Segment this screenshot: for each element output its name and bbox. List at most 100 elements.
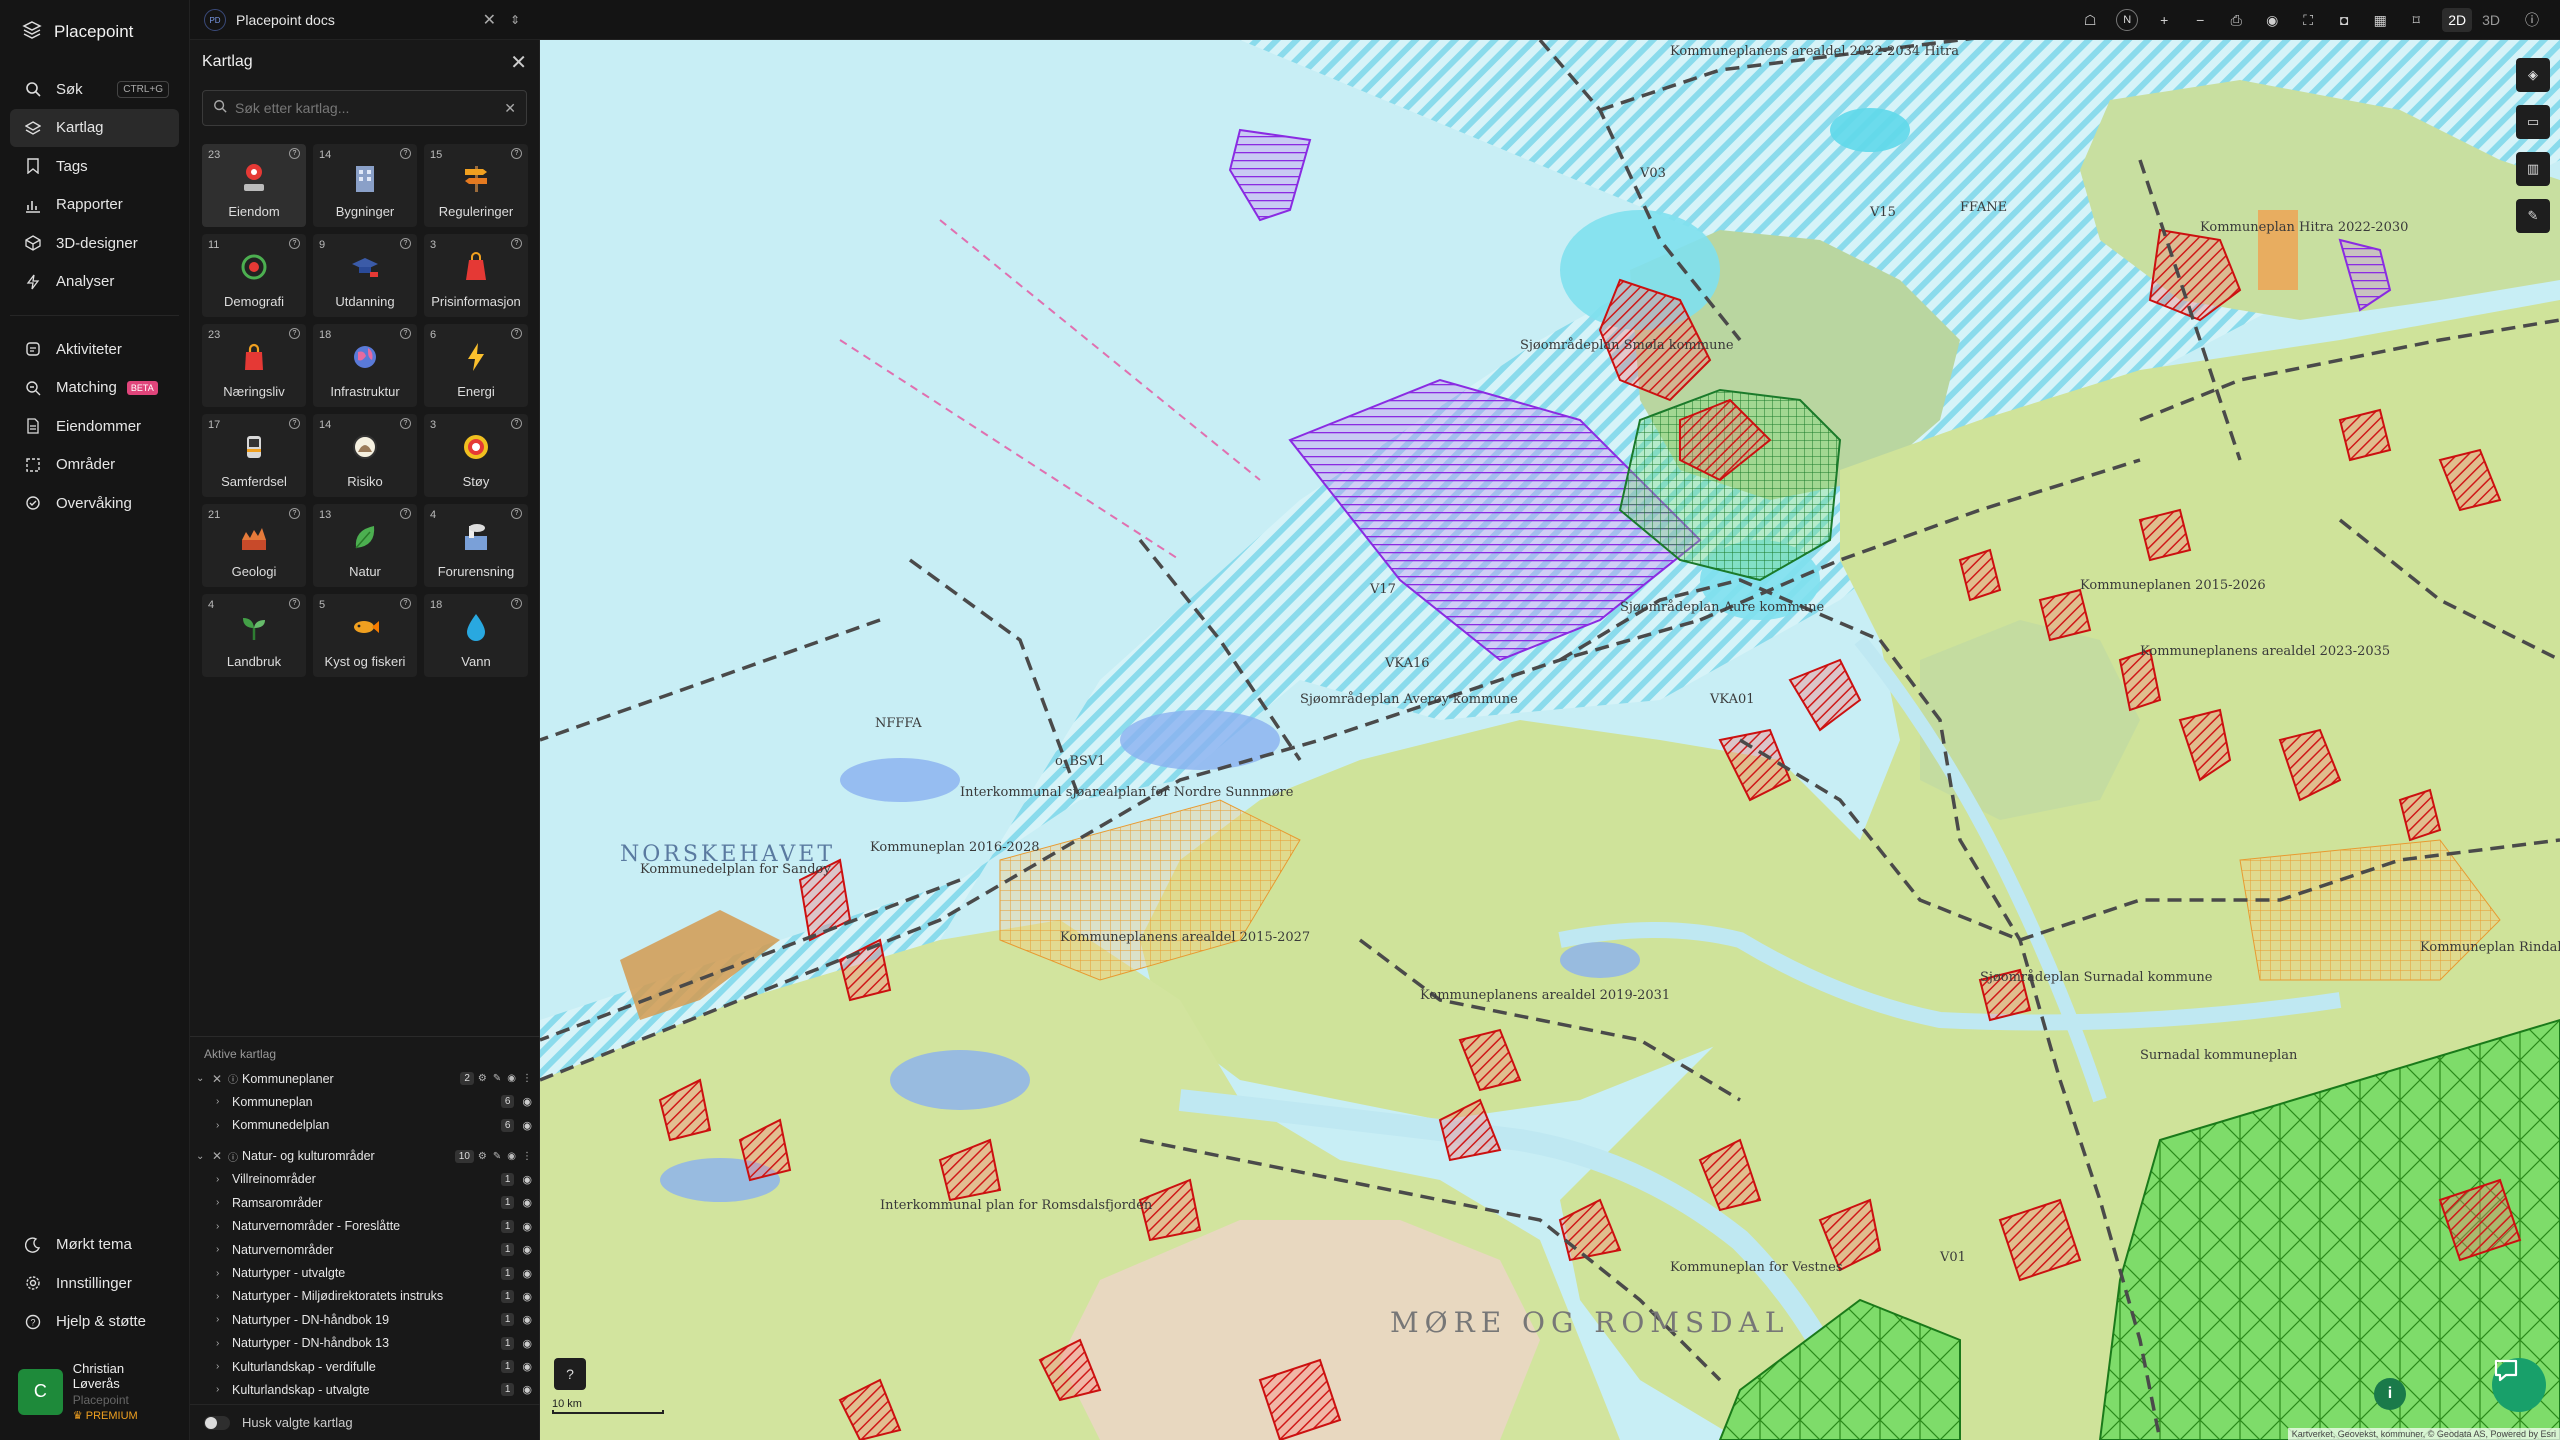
map-view[interactable]: Kommuneplanens arealdel 2022-2034 Hitra … [540,40,2560,1440]
category-tile-landbruk[interactable]: 4? Landbruk [202,594,306,677]
basemap-icon[interactable]: ◈ [2516,58,2550,92]
layer-row[interactable]: › Ramsarområder 1 ◉ [190,1191,540,1214]
info-icon[interactable]: ? [511,238,522,249]
edit-icon[interactable]: ✎ [493,1073,501,1084]
nav-item-omrader[interactable]: Områder [10,446,179,484]
chart-icon[interactable]: ▥ [2516,152,2550,186]
person-icon[interactable]: ☖ [2080,10,2100,30]
category-tile-kyst-og-fiskeri[interactable]: 5? Kyst og fiskeri [313,594,417,677]
chevron-right-icon[interactable]: › [216,1120,228,1131]
eye-icon[interactable]: ◉ [522,1267,532,1280]
chevron-down-icon[interactable]: ⌄ [196,1151,208,1162]
layer-row[interactable]: › Naturtyper - DN-håndbok 13 1 ◉ [190,1332,540,1355]
eye-icon[interactable]: ◉ [2262,10,2282,30]
info-icon[interactable]: ? [400,508,411,519]
nav-item-kartlag[interactable]: Kartlag [10,108,179,147]
category-tile-forurensning[interactable]: 4? Forurensning [424,504,528,587]
eye-icon[interactable]: ◉ [522,1220,532,1233]
layer-row[interactable]: › Kulturlandskap - utvalgte 1 ◉ [190,1378,540,1401]
info-icon[interactable]: ? [289,148,300,159]
info-icon[interactable]: ? [400,328,411,339]
category-tile-energi[interactable]: 6? Energi [424,324,528,407]
info-icon[interactable]: ? [289,508,300,519]
layer-row[interactable]: › Naturtyper - Miljødirektoratets instruk… [190,1285,540,1308]
nav-item-rapporter[interactable]: Rapporter [10,186,179,224]
fullscreen-icon[interactable]: ⛶ [2298,10,2318,30]
print-icon[interactable]: ⎙ [2226,10,2246,30]
info-icon[interactable]: ? [289,328,300,339]
category-tile-demografi[interactable]: 11? Demografi [202,234,306,317]
info-icon[interactable]: ? [400,418,411,429]
chevron-right-icon[interactable]: › [216,1314,228,1325]
layer-row[interactable]: › Kommunedelplan 6 ◉ [190,1113,540,1136]
info-icon[interactable]: ? [511,148,522,159]
layer-row[interactable]: › Naturtyper - utvalgte 1 ◉ [190,1261,540,1284]
category-tile-prisinformasjon[interactable]: 3? Prisinformasjon [424,234,528,317]
layer-row[interactable]: › Naturvernområder 1 ◉ [190,1238,540,1261]
nav-item-settings[interactable]: Innstillinger [10,1264,180,1302]
chevron-right-icon[interactable]: › [216,1174,228,1185]
nav-item-matching[interactable]: Matching BETA [10,369,179,407]
chevron-right-icon[interactable]: › [216,1197,228,1208]
category-tile-bygninger[interactable]: 14? Bygninger [313,144,417,227]
layer-row[interactable]: › Kommuneplan 6 ◉ [190,1090,540,1113]
chat-icon[interactable] [2492,1358,2546,1412]
eye-icon[interactable]: ◉ [522,1196,532,1209]
nav-item-aktiviteter[interactable]: Aktiviteter [10,330,179,368]
eye-icon[interactable]: ◉ [522,1243,532,1256]
info-icon[interactable]: ? [511,508,522,519]
eye-icon[interactable]: ◉ [522,1313,532,1326]
nav-item-help[interactable]: ? Hjelp & støtte [10,1303,180,1341]
eye-icon[interactable]: ◉ [522,1173,532,1186]
document-tab[interactable]: PD Placepoint docs ✕ ⇕ [204,6,524,34]
layer-group[interactable]: ⌄ ✕ ⓘ Kommuneplaner 2 ⚙ ✎ ◉ ⋮ [190,1067,540,1090]
info-icon[interactable]: ? [400,148,411,159]
nav-item-analyser[interactable]: Analyser [10,263,179,301]
nav-item-overvaking[interactable]: Overvåking [10,484,179,522]
category-tile-samferdsel[interactable]: 17? Samferdsel [202,414,306,497]
info-icon[interactable]: ? [289,418,300,429]
layer-search-input[interactable] [235,100,497,116]
category-tile-støy[interactable]: 3? Støy [424,414,528,497]
draw-icon[interactable]: ✎ [2516,199,2550,233]
chevron-right-icon[interactable]: › [216,1268,228,1279]
chevron-right-icon[interactable]: › [216,1096,228,1107]
eye-icon[interactable]: ◉ [522,1337,532,1350]
eye-icon[interactable]: ◉ [522,1119,532,1132]
info-icon[interactable]: ? [400,238,411,249]
user-card[interactable]: C Christian Løverås Placepoint ♛ PREMIUM [0,1347,190,1440]
chevron-right-icon[interactable]: › [216,1221,228,1232]
eye-icon[interactable]: ◉ [522,1290,532,1303]
category-tile-geologi[interactable]: 21? Geologi [202,504,306,587]
nav-item-eiendommer[interactable]: Eiendommer [10,407,179,445]
remember-toggle[interactable] [204,1415,230,1430]
grid-icon[interactable]: ▦ [2370,10,2390,30]
category-tile-næringsliv[interactable]: 23? Næringsliv [202,324,306,407]
eye-icon[interactable]: ◉ [507,1073,516,1084]
zoom-out-icon[interactable]: − [2190,10,2210,30]
eye-icon[interactable]: ◉ [507,1151,516,1162]
chevron-down-icon[interactable]: ⌄ [196,1073,208,1084]
brand[interactable]: Placepoint [0,0,189,64]
view-2d-button[interactable]: 2D [2442,8,2473,32]
layer-group[interactable]: ⌄ ✕ ⓘ Natur- og kulturområder 10 ⚙ ✎ ◉ ⋮ [190,1145,540,1168]
settings-icon[interactable]: ⚙ [478,1073,487,1084]
nav-item-sok[interactable]: Søk CTRL+G [10,70,179,108]
chevron-updown-icon[interactable]: ⇕ [510,13,520,27]
info-icon[interactable]: ? [511,328,522,339]
help-icon[interactable]: ? [554,1358,586,1390]
more-icon[interactable]: ⋮ [522,1151,532,1162]
eye-icon[interactable]: ◉ [522,1383,532,1396]
chevron-right-icon[interactable]: › [216,1384,228,1395]
chevron-right-icon[interactable]: › [216,1291,228,1302]
bookmark-icon[interactable]: ⌑ [2406,10,2426,30]
close-icon[interactable]: ✕ [212,1072,226,1086]
category-tile-vann[interactable]: 18? Vann [424,594,528,677]
camera-icon[interactable]: ◘ [2334,10,2354,30]
info-icon[interactable]: ? [511,418,522,429]
info-icon[interactable]: ? [289,238,300,249]
compass-icon[interactable]: N [2116,9,2139,31]
eye-icon[interactable]: ◉ [522,1095,532,1108]
measure-icon[interactable]: ▭ [2516,105,2550,139]
info-icon[interactable]: ? [289,598,300,609]
